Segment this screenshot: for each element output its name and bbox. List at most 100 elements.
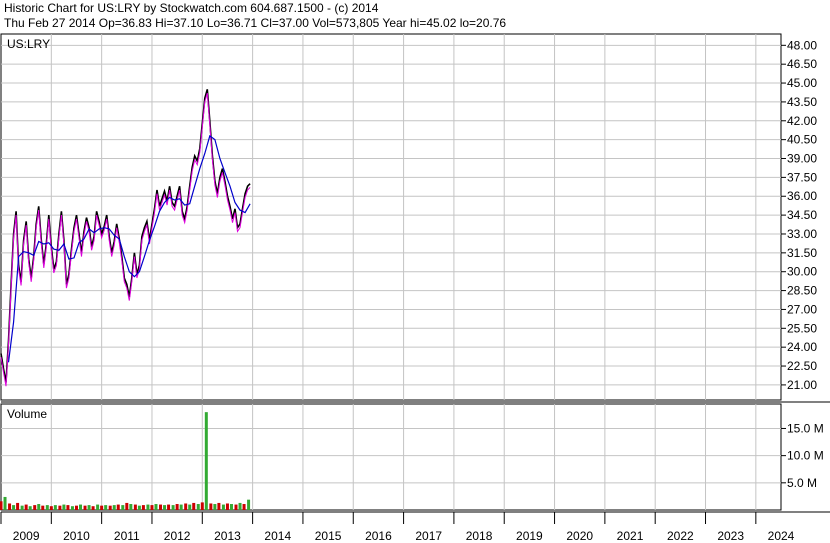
volume-bar [8, 503, 12, 510]
y-axis-ticks: 48.00 46.50 45.00 43.50 42.00 40.50 39.00 37.50… [781, 38, 817, 392]
volume-bar [171, 505, 175, 510]
volume-panel-title: Volume [7, 407, 47, 421]
volume-bar [238, 502, 242, 510]
x-tick-label-2009: 2009 [13, 529, 40, 543]
x-tick-label-2013: 2013 [214, 529, 241, 543]
y-tick-label-33.00: 33.00 [787, 227, 817, 241]
price-panel-title: US:LRY [7, 37, 50, 51]
y-tick-label-43.50: 43.50 [787, 95, 817, 109]
volume-bar [150, 505, 154, 510]
volume-bar [58, 505, 62, 510]
volume-bar [192, 502, 196, 510]
volume-bar [121, 505, 125, 510]
volume-bar [217, 502, 221, 510]
volume-bar [37, 504, 41, 510]
volume-tick-label-5.0 M: 5.0 M [787, 476, 817, 490]
volume-bar [167, 504, 171, 510]
volume-bar [141, 505, 145, 510]
volume-bar [66, 505, 70, 510]
x-tick-label-2020: 2020 [566, 529, 593, 543]
y-tick-label-27.00: 27.00 [787, 302, 817, 316]
volume-bar [91, 506, 95, 510]
volume-bar [247, 499, 251, 510]
volume-bar [200, 502, 204, 510]
y-tick-label-30.00: 30.00 [787, 265, 817, 279]
volume-bar [137, 505, 141, 510]
x-tick-label-2015: 2015 [315, 529, 342, 543]
volume-bar [12, 505, 16, 510]
y-tick-label-39.00: 39.00 [787, 152, 817, 166]
volume-axis-ticks: 15.0 M 10.0 M 5.0 M [781, 421, 824, 490]
volume-bar [234, 504, 238, 510]
volume-bar [33, 505, 37, 510]
volume-bar [0, 501, 3, 510]
volume-bar [20, 505, 24, 510]
volume-bar [74, 505, 78, 510]
volume-bar [87, 505, 91, 510]
volume-bar [242, 504, 246, 510]
y-tick-label-22.50: 22.50 [787, 359, 817, 373]
volume-bar [213, 504, 217, 510]
volume-bar [3, 496, 7, 510]
x-tick-label-2024: 2024 [768, 529, 795, 543]
volume-bar [100, 505, 104, 510]
x-tick-label-2017: 2017 [415, 529, 442, 543]
volume-bar [209, 503, 213, 510]
y-tick-label-37.50: 37.50 [787, 170, 817, 184]
volume-bar [154, 504, 158, 510]
volume-bar [116, 504, 120, 510]
y-tick-label-42.00: 42.00 [787, 114, 817, 128]
volume-bar [16, 502, 20, 510]
volume-bar [83, 505, 87, 510]
volume-bar [112, 505, 116, 510]
volume-bar [163, 505, 167, 510]
x-tick-label-2016: 2016 [365, 529, 392, 543]
volume-bar [196, 504, 200, 510]
volume-bar [188, 504, 192, 510]
volume-bar [104, 505, 108, 510]
y-tick-label-46.50: 46.50 [787, 57, 817, 71]
volume-bar [45, 505, 49, 510]
volume-bar [49, 506, 53, 510]
volume-bar [41, 505, 45, 510]
volume-bar [229, 504, 233, 510]
volume-bar [225, 503, 229, 510]
volume-bar [62, 504, 66, 510]
x-tick-label-2010: 2010 [63, 529, 90, 543]
y-tick-label-36.00: 36.00 [787, 189, 817, 203]
y-tick-label-25.50: 25.50 [787, 321, 817, 335]
x-tick-label-2018: 2018 [466, 529, 493, 543]
volume-tick-label-15.0 M: 15.0 M [787, 421, 824, 435]
y-tick-label-34.50: 34.50 [787, 208, 817, 222]
volume-tick-label-10.0 M: 10.0 M [787, 449, 824, 463]
volume-bar [96, 504, 100, 510]
x-tick-label-2021: 2021 [617, 529, 644, 543]
x-axis-ticks: 2009 2010 2011 2012 2013 2014 2015 2016 2017 2018… [0, 512, 795, 543]
volume-bar [184, 503, 188, 510]
volume-bar [28, 506, 32, 510]
volume-bar [133, 504, 137, 510]
y-tick-label-45.00: 45.00 [787, 76, 817, 90]
volume-bar [146, 504, 150, 510]
x-tick-label-2014: 2014 [264, 529, 291, 543]
y-tick-label-24.00: 24.00 [787, 340, 817, 354]
volume-panel-frame [0, 403, 782, 511]
x-tick-label-2023: 2023 [717, 529, 744, 543]
volume-bar [129, 504, 133, 510]
volume-bar [159, 504, 163, 510]
volume-bar [179, 504, 183, 510]
y-tick-label-21.00: 21.00 [787, 378, 817, 392]
volume-bar [108, 505, 112, 510]
price-panel-frame [0, 33, 782, 401]
volume-bar [221, 504, 225, 510]
volume-bar [175, 504, 179, 510]
volume-bar [70, 506, 74, 510]
volume-bar [79, 504, 83, 510]
x-tick-label-2011: 2011 [114, 529, 140, 543]
x-tick-label-2012: 2012 [164, 529, 191, 543]
y-tick-label-28.50: 28.50 [787, 284, 817, 298]
y-tick-label-40.50: 40.50 [787, 133, 817, 147]
x-tick-label-2022: 2022 [667, 529, 694, 543]
y-tick-label-48.00: 48.00 [787, 38, 817, 52]
volume-bar [24, 504, 28, 510]
